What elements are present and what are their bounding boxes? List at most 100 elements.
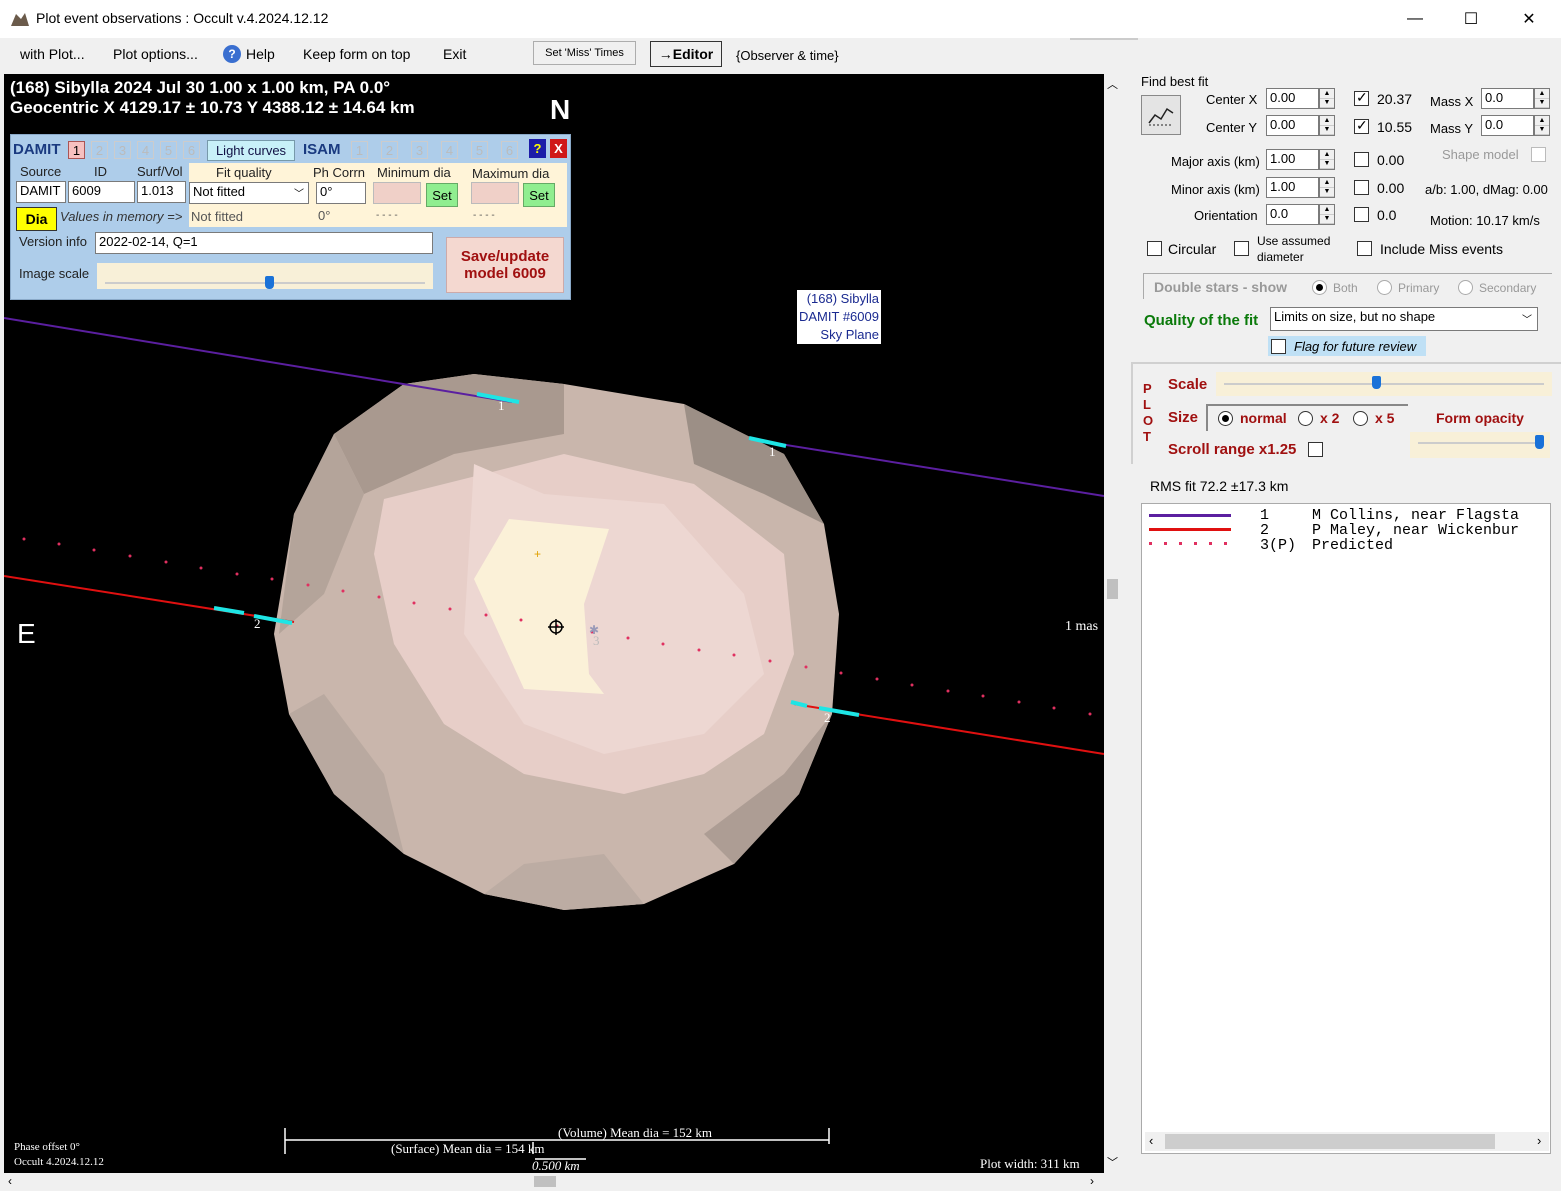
scroll-thumb[interactable] [534, 1176, 556, 1187]
size-normal-radio[interactable] [1218, 411, 1233, 426]
set-min-dia-button[interactable]: Set [426, 183, 458, 207]
chord-2-line [4, 575, 295, 623]
damit-model-2[interactable]: 2 [91, 141, 108, 159]
version-info-field[interactable]: 2022-02-14, Q=1 [95, 232, 433, 254]
orientation-spinner[interactable]: ▲ ▼ [1319, 204, 1335, 225]
light-curves-button[interactable]: Light curves [207, 140, 295, 161]
mass-y-field[interactable]: 0.0 [1481, 115, 1534, 136]
scale-bar [284, 1128, 830, 1160]
max-dia-field[interactable] [471, 182, 519, 204]
plot-vertical-scrollbar[interactable]: ︿ ﹀ [1104, 74, 1121, 1173]
center-x-spinner[interactable]: ▲ ▼ [1319, 88, 1335, 109]
maximize-icon[interactable]: ☐ [1448, 4, 1494, 34]
slider-thumb[interactable] [265, 276, 274, 289]
menu-with-plot[interactable]: with Plot... [20, 46, 85, 62]
fit-major-checkbox[interactable] [1354, 152, 1369, 167]
mass-x-spinner[interactable]: ▲ ▼ [1534, 88, 1550, 109]
primary-radio[interactable] [1377, 280, 1392, 295]
secondary-radio[interactable] [1458, 280, 1473, 295]
damit-model-1[interactable]: 1 [68, 141, 85, 159]
scroll-thumb[interactable] [1107, 579, 1118, 599]
isam-model-4[interactable]: 4 [441, 141, 458, 159]
quality-of-fit-select[interactable]: Limits on size, but no shape ﹀ [1270, 307, 1538, 331]
mass-y-spinner[interactable]: ▲ ▼ [1534, 115, 1550, 136]
size-x5-radio[interactable] [1353, 411, 1368, 426]
help-icon[interactable]: ? [223, 45, 241, 63]
flag-review-checkbox[interactable] [1271, 339, 1286, 354]
plot-canvas[interactable]: + ✱ 1 1 2 2 3 (168) Sibylla 2024 Jul 30 … [4, 74, 1104, 1173]
save-line1: Save/update [460, 248, 550, 265]
scroll-thumb[interactable] [1165, 1134, 1495, 1149]
surfvol-field[interactable]: 1.013 [137, 181, 186, 203]
set-miss-times-button[interactable]: Set 'Miss' Times [533, 41, 636, 65]
ph-corrn-field[interactable]: 0° [316, 182, 366, 204]
fit-quality-select[interactable]: Not fitted ﹀ [189, 182, 309, 204]
isam-model-6[interactable]: 6 [501, 141, 518, 159]
circular-checkbox[interactable] [1147, 241, 1162, 256]
major-axis-spinner[interactable]: ▲ ▼ [1319, 149, 1335, 170]
minor-axis-spinner[interactable]: ▲ ▼ [1319, 177, 1335, 198]
id-field[interactable]: 6009 [68, 181, 135, 203]
scroll-range-checkbox[interactable] [1308, 442, 1323, 457]
center-y-spinner[interactable]: ▲ ▼ [1319, 115, 1335, 136]
slider-thumb[interactable] [1535, 435, 1544, 449]
scale-slider[interactable] [1216, 372, 1552, 396]
major-axis-field[interactable]: 1.00 [1266, 149, 1319, 170]
set-max-dia-button[interactable]: Set [523, 183, 555, 207]
mass-x-field[interactable]: 0.0 [1481, 88, 1534, 109]
center-x-field[interactable]: 0.00 [1266, 88, 1319, 109]
editor-button[interactable]: →Editor [650, 41, 722, 67]
east-label: E [17, 618, 36, 649]
damit-model-6[interactable]: 6 [183, 141, 200, 159]
menu-help[interactable]: Help [246, 46, 275, 62]
menu-bar: with Plot... Plot options... ? Help Keep… [0, 38, 1561, 72]
isam-model-1[interactable]: 1 [351, 141, 368, 159]
size-x2-radio[interactable] [1298, 411, 1313, 426]
fit-center-y-checkbox[interactable] [1354, 117, 1369, 134]
surfvol-header: Surf/Vol [137, 164, 183, 179]
flag-review-label: Flag for future review [1294, 339, 1417, 354]
phase-offset-label: Phase offset 0° [14, 1141, 80, 1153]
include-miss-checkbox[interactable] [1357, 241, 1372, 256]
slider-thumb[interactable] [1372, 376, 1381, 389]
circular-label: Circular [1168, 241, 1217, 257]
size-x2-label: x 2 [1320, 410, 1340, 426]
source-field[interactable]: DAMIT [16, 181, 66, 203]
menu-plot-options[interactable]: Plot options... [113, 46, 198, 62]
minor-axis-field[interactable]: 1.00 [1266, 177, 1319, 198]
image-scale-slider[interactable] [97, 263, 433, 289]
damit-help-button[interactable]: ? [529, 139, 546, 158]
fit-orientation-checkbox[interactable] [1354, 207, 1369, 222]
isam-model-3[interactable]: 3 [411, 141, 428, 159]
legend-scrollbar[interactable]: ‹ › [1145, 1132, 1549, 1151]
save-update-model-button[interactable]: Save/update model 6009 [446, 237, 564, 293]
primary-label: Primary [1398, 281, 1440, 295]
menu-exit[interactable]: Exit [443, 46, 466, 62]
damit-model-5[interactable]: 5 [160, 141, 177, 159]
find-best-fit-button[interactable] [1141, 95, 1181, 135]
menu-keep-on-top[interactable]: Keep form on top [303, 46, 410, 62]
close-icon[interactable]: ✕ [1506, 4, 1552, 34]
damit-close-button[interactable]: X [550, 139, 567, 158]
min-dia-field[interactable] [373, 182, 421, 204]
form-opacity-slider[interactable] [1410, 432, 1550, 458]
use-assumed-diameter-checkbox[interactable] [1234, 241, 1249, 256]
damit-model-3[interactable]: 3 [114, 141, 131, 159]
both-radio[interactable] [1312, 280, 1327, 295]
divider [1131, 364, 1133, 464]
shape-model-checkbox[interactable] [1531, 147, 1546, 162]
orientation-field[interactable]: 0.0 [1266, 204, 1319, 225]
ph-mem-value: 0° [318, 208, 331, 223]
damit-model-4[interactable]: 4 [137, 141, 154, 159]
major-axis-label: Major axis (km) [1171, 154, 1260, 169]
fit-minor-checkbox[interactable] [1354, 180, 1369, 195]
isam-model-5[interactable]: 5 [471, 141, 488, 159]
isam-model-2[interactable]: 2 [381, 141, 398, 159]
minimize-icon[interactable]: — [1392, 4, 1438, 34]
plot-horizontal-scrollbar[interactable]: ‹ › [4, 1173, 1104, 1190]
dia-button[interactable]: Dia [16, 207, 57, 231]
fit-center-x-checkbox[interactable] [1354, 89, 1369, 106]
divider [1070, 38, 1138, 40]
legend-num: 3(P) [1260, 537, 1297, 554]
center-y-field[interactable]: 0.00 [1266, 115, 1319, 136]
